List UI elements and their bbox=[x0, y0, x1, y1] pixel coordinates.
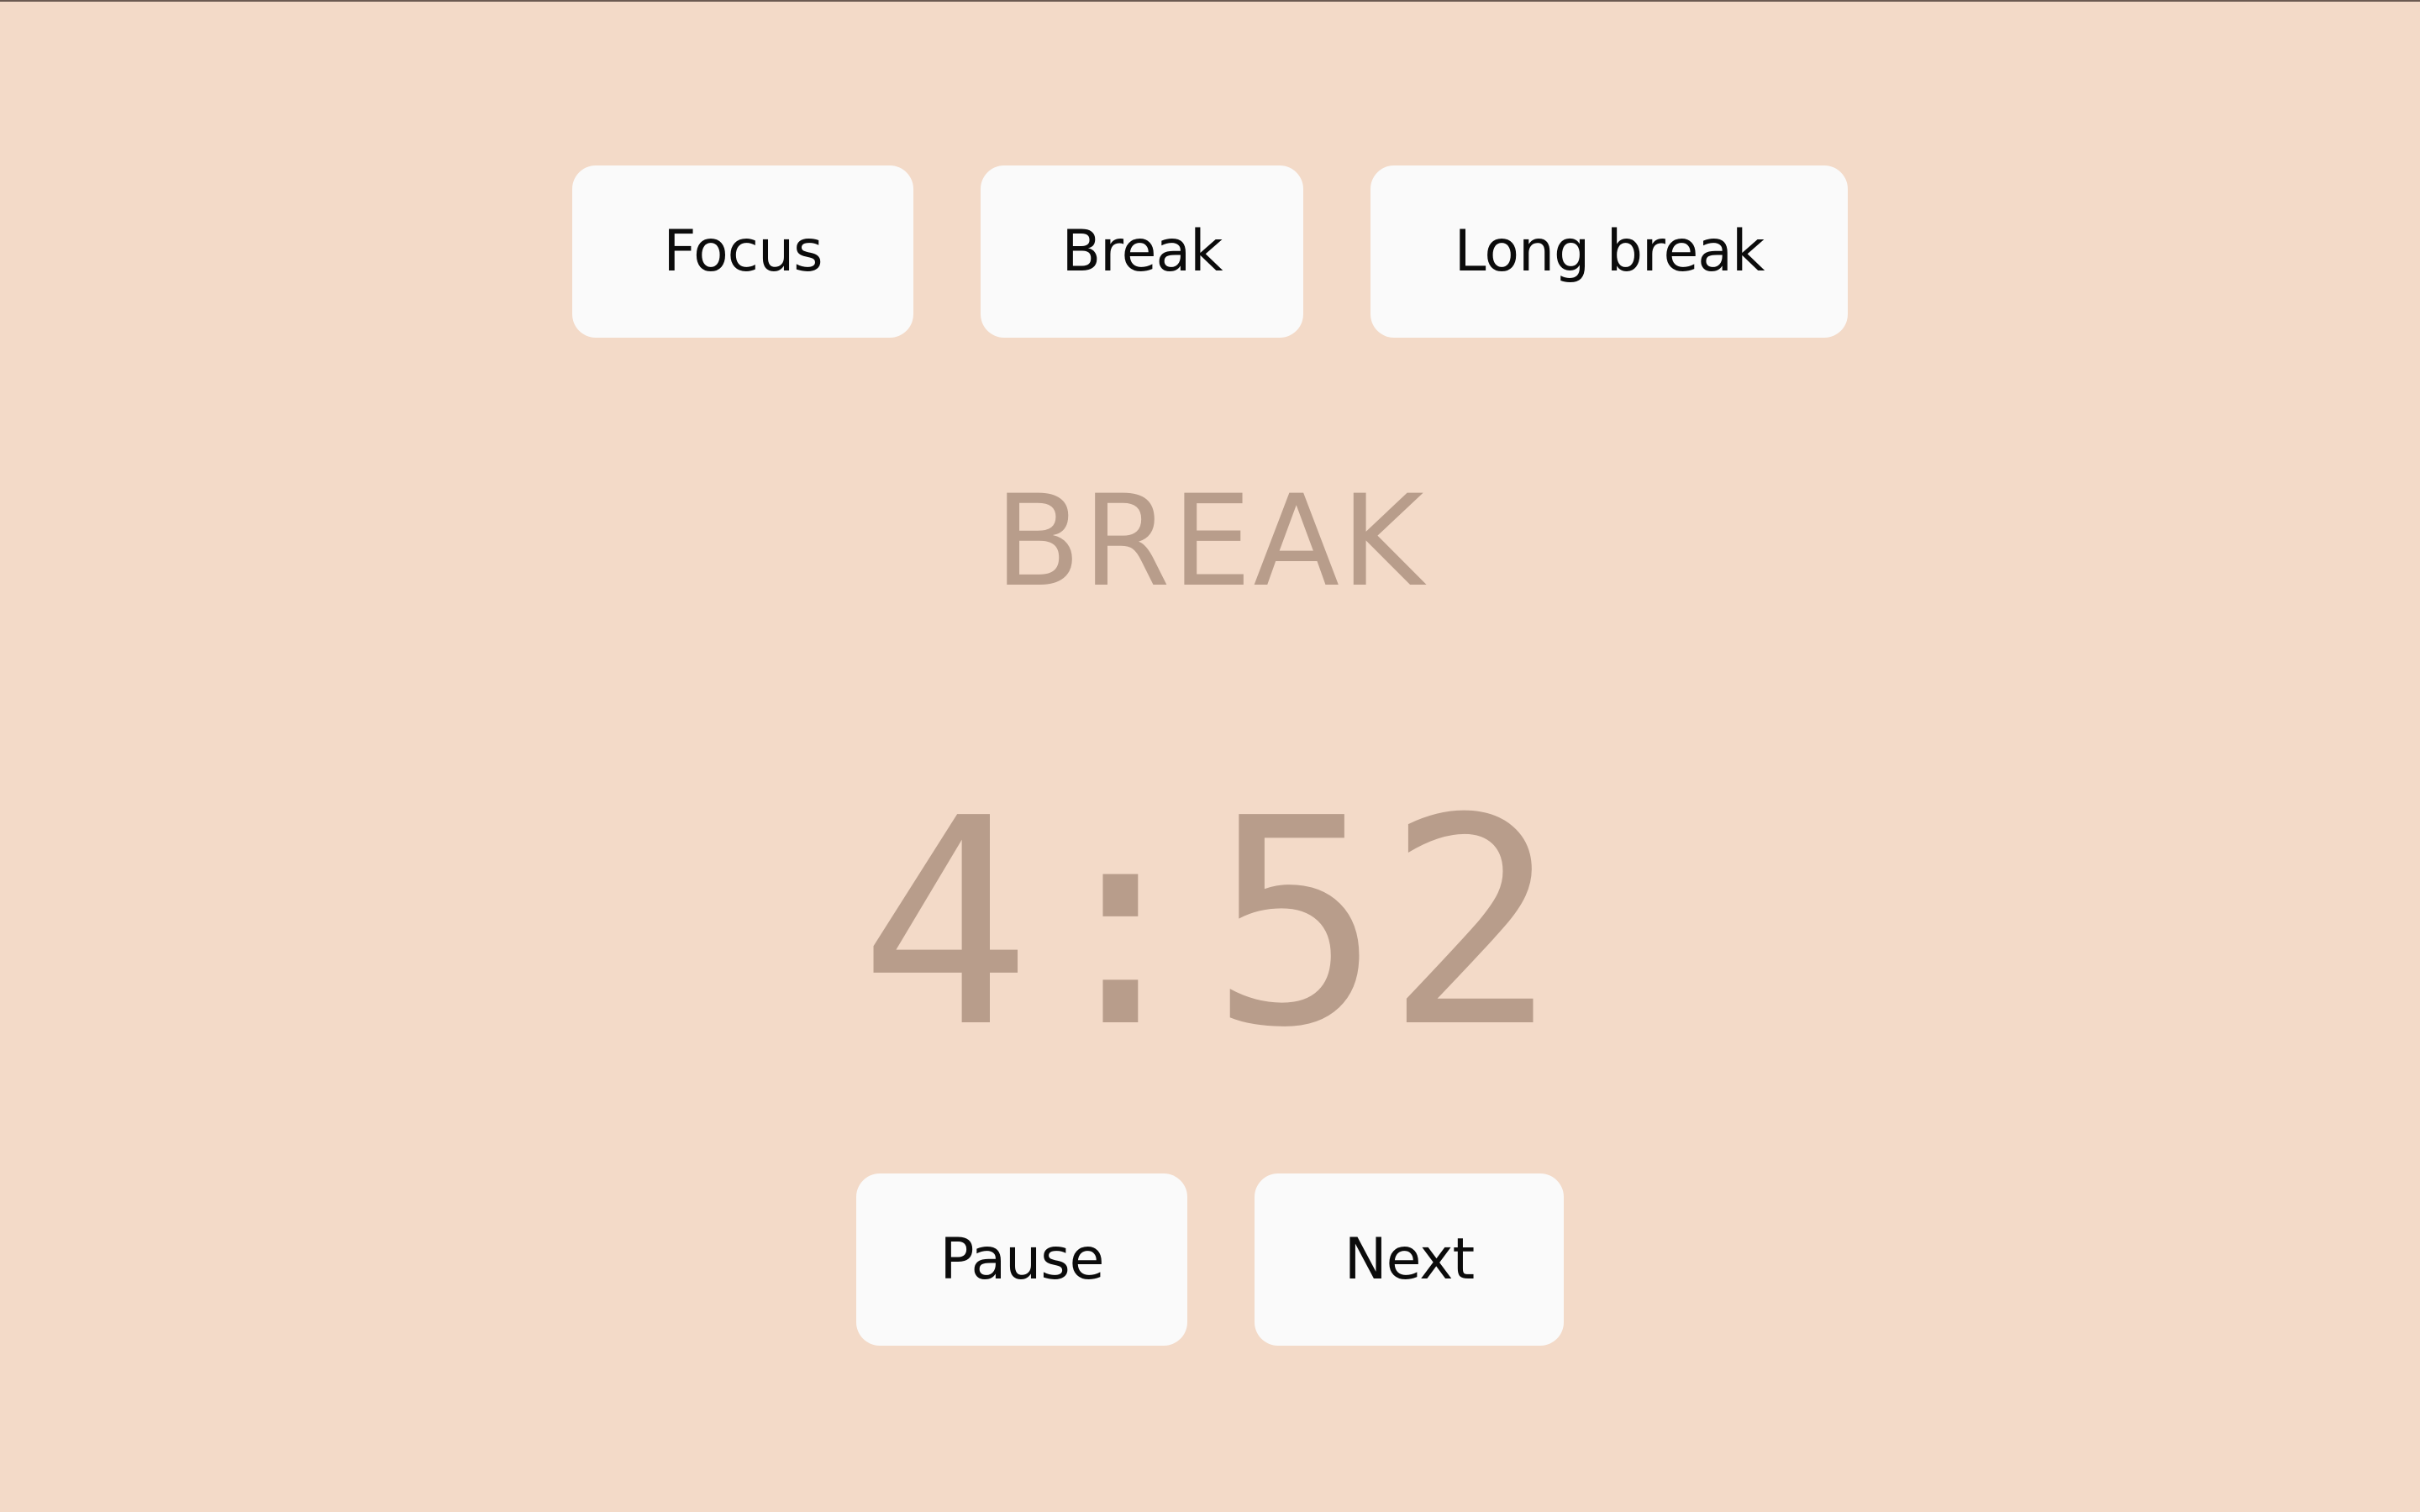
current-mode-label: BREAK bbox=[994, 469, 1426, 615]
focus-mode-button[interactable]: Focus bbox=[572, 165, 913, 338]
top-border bbox=[0, 0, 2420, 2]
long-break-mode-button[interactable]: Long break bbox=[1370, 165, 1848, 338]
pause-button[interactable]: Pause bbox=[856, 1173, 1187, 1346]
break-mode-button-label: Break bbox=[1061, 218, 1223, 285]
next-button[interactable]: Next bbox=[1255, 1173, 1564, 1346]
break-mode-button[interactable]: Break bbox=[981, 165, 1303, 338]
pause-button-label: Pause bbox=[939, 1226, 1105, 1293]
focus-mode-button-label: Focus bbox=[663, 218, 823, 285]
long-break-mode-button-label: Long break bbox=[1454, 218, 1765, 285]
next-button-label: Next bbox=[1344, 1226, 1475, 1293]
timer-display: 4:52 bbox=[859, 758, 1561, 1090]
